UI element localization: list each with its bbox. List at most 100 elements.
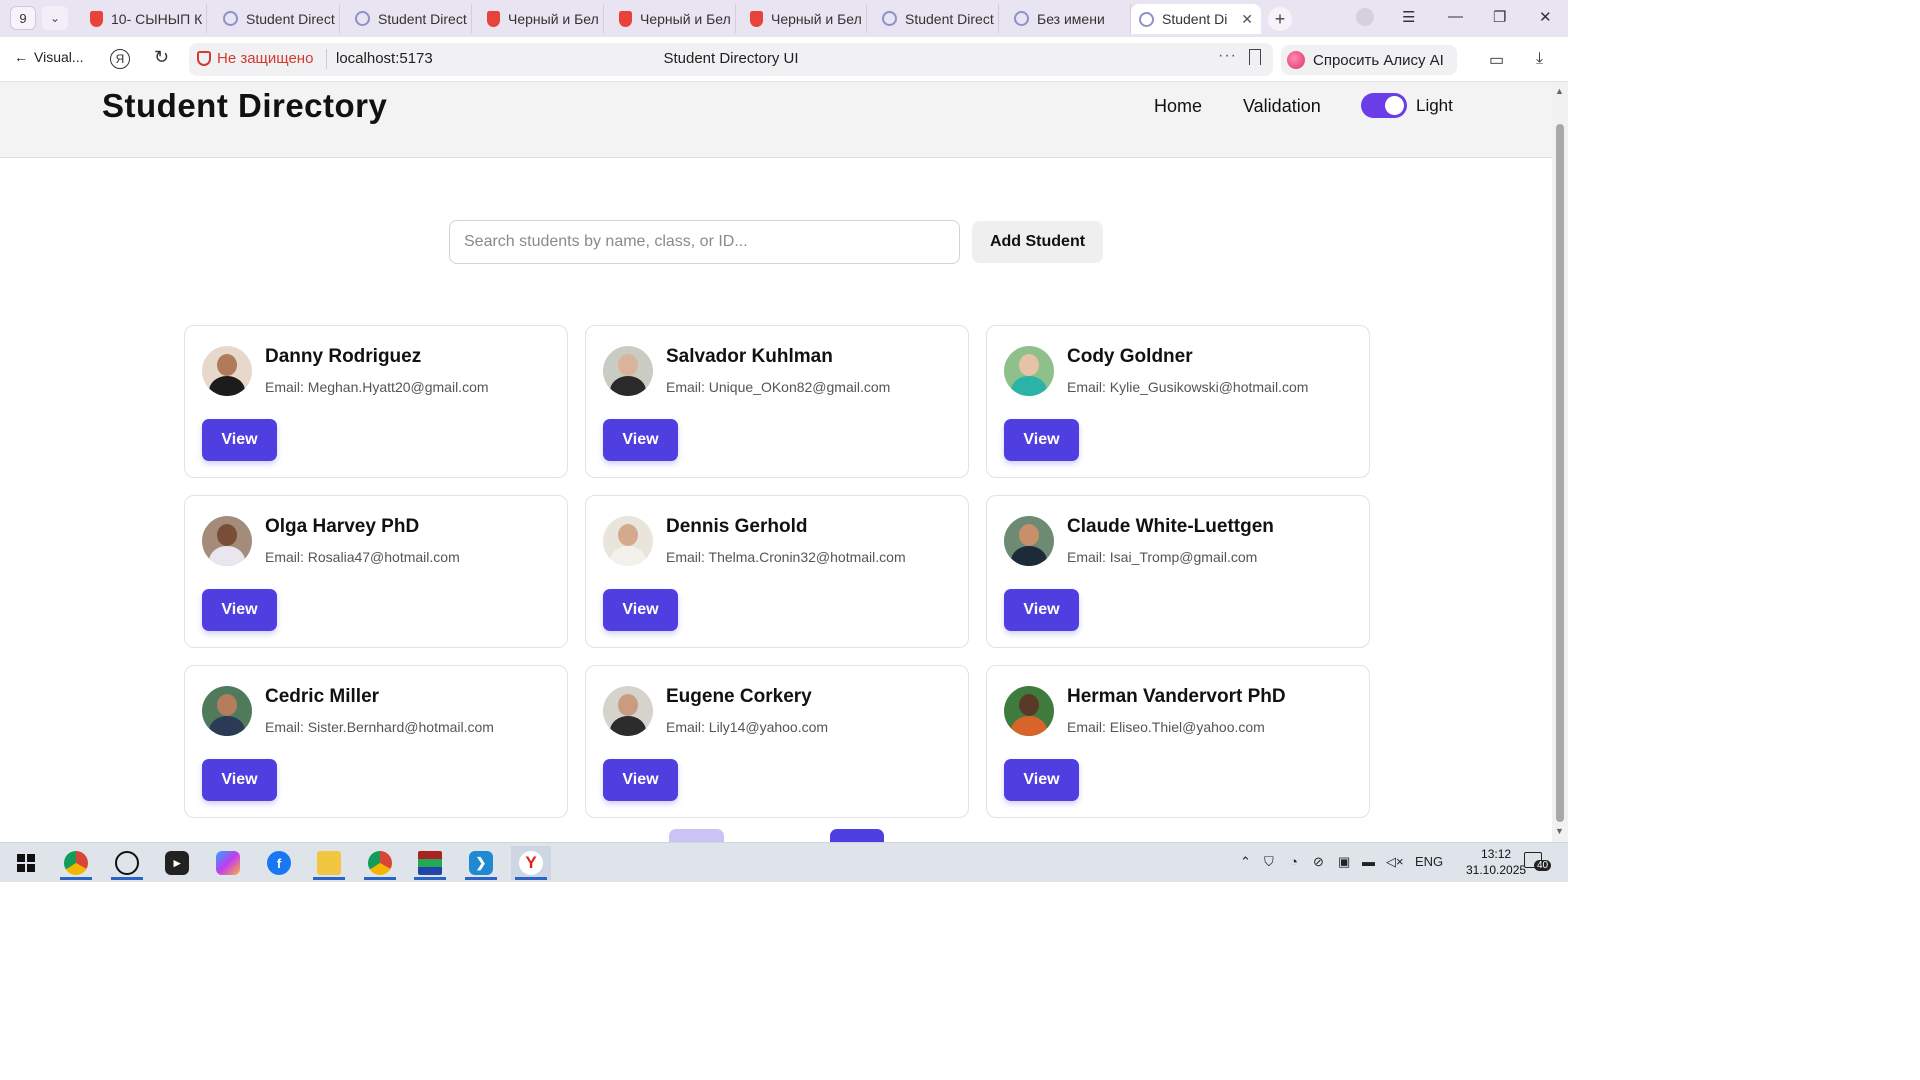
language-indicator[interactable]: ENG (1415, 854, 1443, 869)
tab-label: Черный и Бел (771, 10, 862, 27)
student-email: Email: Isai_Tromp@gmail.com (1067, 549, 1258, 565)
search-input[interactable] (449, 220, 960, 264)
scrollbar-thumb[interactable] (1556, 124, 1564, 822)
taskbar-copilot[interactable] (208, 846, 248, 880)
tab-6[interactable]: Student Direct (874, 4, 999, 33)
view-button[interactable]: View (202, 759, 277, 801)
theme-toggle[interactable] (1361, 93, 1407, 118)
minimize-icon[interactable]: — (1448, 8, 1463, 25)
avatar (202, 686, 252, 736)
nav-home-link[interactable]: Home (1154, 96, 1202, 117)
toggle-knob (1385, 96, 1404, 115)
chrome-icon (64, 851, 88, 875)
volume-muted-icon[interactable]: ◁× (1386, 854, 1404, 870)
notifications-button[interactable]: 40 (1524, 852, 1552, 874)
ask-alice-button[interactable]: Спросить Алису AI (1281, 45, 1457, 75)
add-student-button[interactable]: Add Student (972, 221, 1103, 263)
student-name: Cody Goldner (1067, 346, 1193, 367)
taskbar-explorer[interactable] (309, 846, 349, 880)
view-button[interactable]: View (1004, 759, 1079, 801)
view-button[interactable]: View (603, 419, 678, 461)
view-button[interactable]: View (1004, 419, 1079, 461)
scroll-up-icon[interactable]: ▲ (1555, 86, 1564, 96)
tab-0[interactable]: 10- СЫНЫП К (82, 4, 207, 33)
url-box[interactable]: Не защищено localhost:5173 Student Direc… (189, 43, 1273, 76)
student-card: Dennis Gerhold Email: Thelma.Cronin32@hot… (585, 495, 969, 648)
tab-2[interactable]: Student Direct (347, 4, 472, 33)
taskbar-yandex-browser[interactable]: Y (511, 846, 551, 880)
taskbar-chrome-profile[interactable] (360, 846, 400, 880)
avatar (603, 346, 653, 396)
next-page-button[interactable] (830, 829, 884, 843)
view-button[interactable]: View (603, 589, 678, 631)
security-text: Не защищено (217, 50, 314, 67)
restore-icon[interactable]: ❐ (1493, 8, 1506, 26)
avatar (603, 516, 653, 566)
tab-4[interactable]: Черный и Бел (611, 4, 736, 33)
view-button[interactable]: View (202, 589, 277, 631)
taskbar-winrar[interactable] (410, 846, 450, 880)
react-icon (882, 11, 897, 26)
collections-icon[interactable]: ▭ (1489, 50, 1504, 70)
network-icon[interactable]: ◔ (1290, 854, 1298, 869)
close-window-icon[interactable]: ✕ (1539, 8, 1552, 26)
tab-5[interactable]: Черный и Бел (742, 4, 867, 33)
avatar-head (1019, 694, 1039, 716)
more-options-icon[interactable]: ··· (1218, 47, 1237, 65)
avatar-head (618, 354, 638, 376)
view-button[interactable]: View (603, 759, 678, 801)
tab-active[interactable]: Student Di ✕ (1131, 4, 1261, 34)
camera-icon[interactable]: ▣ (1338, 854, 1350, 870)
tab-7[interactable]: Без имени (1006, 4, 1131, 33)
yandex-icon[interactable]: Я (110, 49, 130, 69)
taskbar-terminal[interactable]: ▸ (157, 846, 197, 880)
site-header: Student Directory Home Validation Light (0, 82, 1552, 158)
nav-validation-link[interactable]: Validation (1243, 96, 1321, 117)
student-card: Olga Harvey PhD Email: Rosalia47@hotmail.… (184, 495, 568, 648)
prev-page-button[interactable] (669, 829, 724, 843)
clock[interactable]: 13:12 31.10.2025 (1466, 846, 1526, 878)
page-scrollbar[interactable]: ▲ ▼ (1552, 82, 1568, 842)
close-tab-icon[interactable]: ✕ (1241, 11, 1253, 28)
alice-icon (1287, 51, 1305, 69)
student-email: Email: Sister.Bernhard@hotmail.com (265, 719, 494, 735)
menu-icon[interactable]: ☰ (1402, 8, 1415, 26)
tab-label: Student Di (1162, 11, 1228, 27)
defender-shield-icon[interactable]: ⛉ (1264, 854, 1274, 870)
scroll-down-icon[interactable]: ▼ (1555, 826, 1564, 836)
tray-chevron-up-icon[interactable]: ⌃ (1240, 854, 1251, 870)
folder-icon (317, 851, 341, 875)
security-indicator[interactable]: Не защищено (197, 50, 313, 67)
url-text[interactable]: localhost:5173 (336, 50, 433, 67)
profile-icon[interactable] (1356, 8, 1374, 26)
react-icon (355, 11, 370, 26)
view-button[interactable]: View (202, 419, 277, 461)
taskbar-chatgpt[interactable] (107, 846, 147, 880)
reload-icon[interactable]: ↻ (154, 47, 169, 68)
bookmark-icon[interactable] (1249, 49, 1261, 65)
taskbar-facebook[interactable]: f (259, 846, 299, 880)
back-button[interactable]: ← Visual... (14, 49, 84, 65)
student-card: Cedric Miller Email: Sister.Bernhard@hotm… (184, 665, 568, 818)
tab-count-button[interactable]: 9 (10, 6, 36, 30)
student-card: Cody Goldner Email: Kylie_Gusikowski@hotm… (986, 325, 1370, 478)
new-tab-button[interactable]: + (1268, 7, 1292, 31)
avatar-head (217, 354, 237, 376)
student-card: Danny Rodriguez Email: Meghan.Hyatt20@gma… (184, 325, 568, 478)
wifi-off-icon[interactable]: ⊘ (1313, 854, 1324, 870)
taskbar-vscode[interactable]: ❯ (461, 846, 501, 880)
tab-1[interactable]: Student Direct (215, 4, 340, 33)
start-button[interactable] (6, 846, 46, 880)
taskbar-chrome[interactable] (56, 846, 96, 880)
battery-icon[interactable]: ▬ (1362, 854, 1375, 869)
tab-list-chevron-icon[interactable]: ⌄ (42, 6, 68, 30)
download-icon[interactable]: ⤓ (1536, 50, 1543, 68)
student-email: Email: Rosalia47@hotmail.com (265, 549, 460, 565)
avatar-body (1011, 716, 1047, 736)
view-button[interactable]: View (1004, 589, 1079, 631)
clock-date: 31.10.2025 (1466, 863, 1527, 877)
avatar-head (618, 694, 638, 716)
tab-3[interactable]: Черный и Бел (479, 4, 604, 33)
student-email: Email: Thelma.Cronin32@hotmail.com (666, 549, 906, 565)
student-card: Claude White-Luettgen Email: Isai_Tromp@g… (986, 495, 1370, 648)
